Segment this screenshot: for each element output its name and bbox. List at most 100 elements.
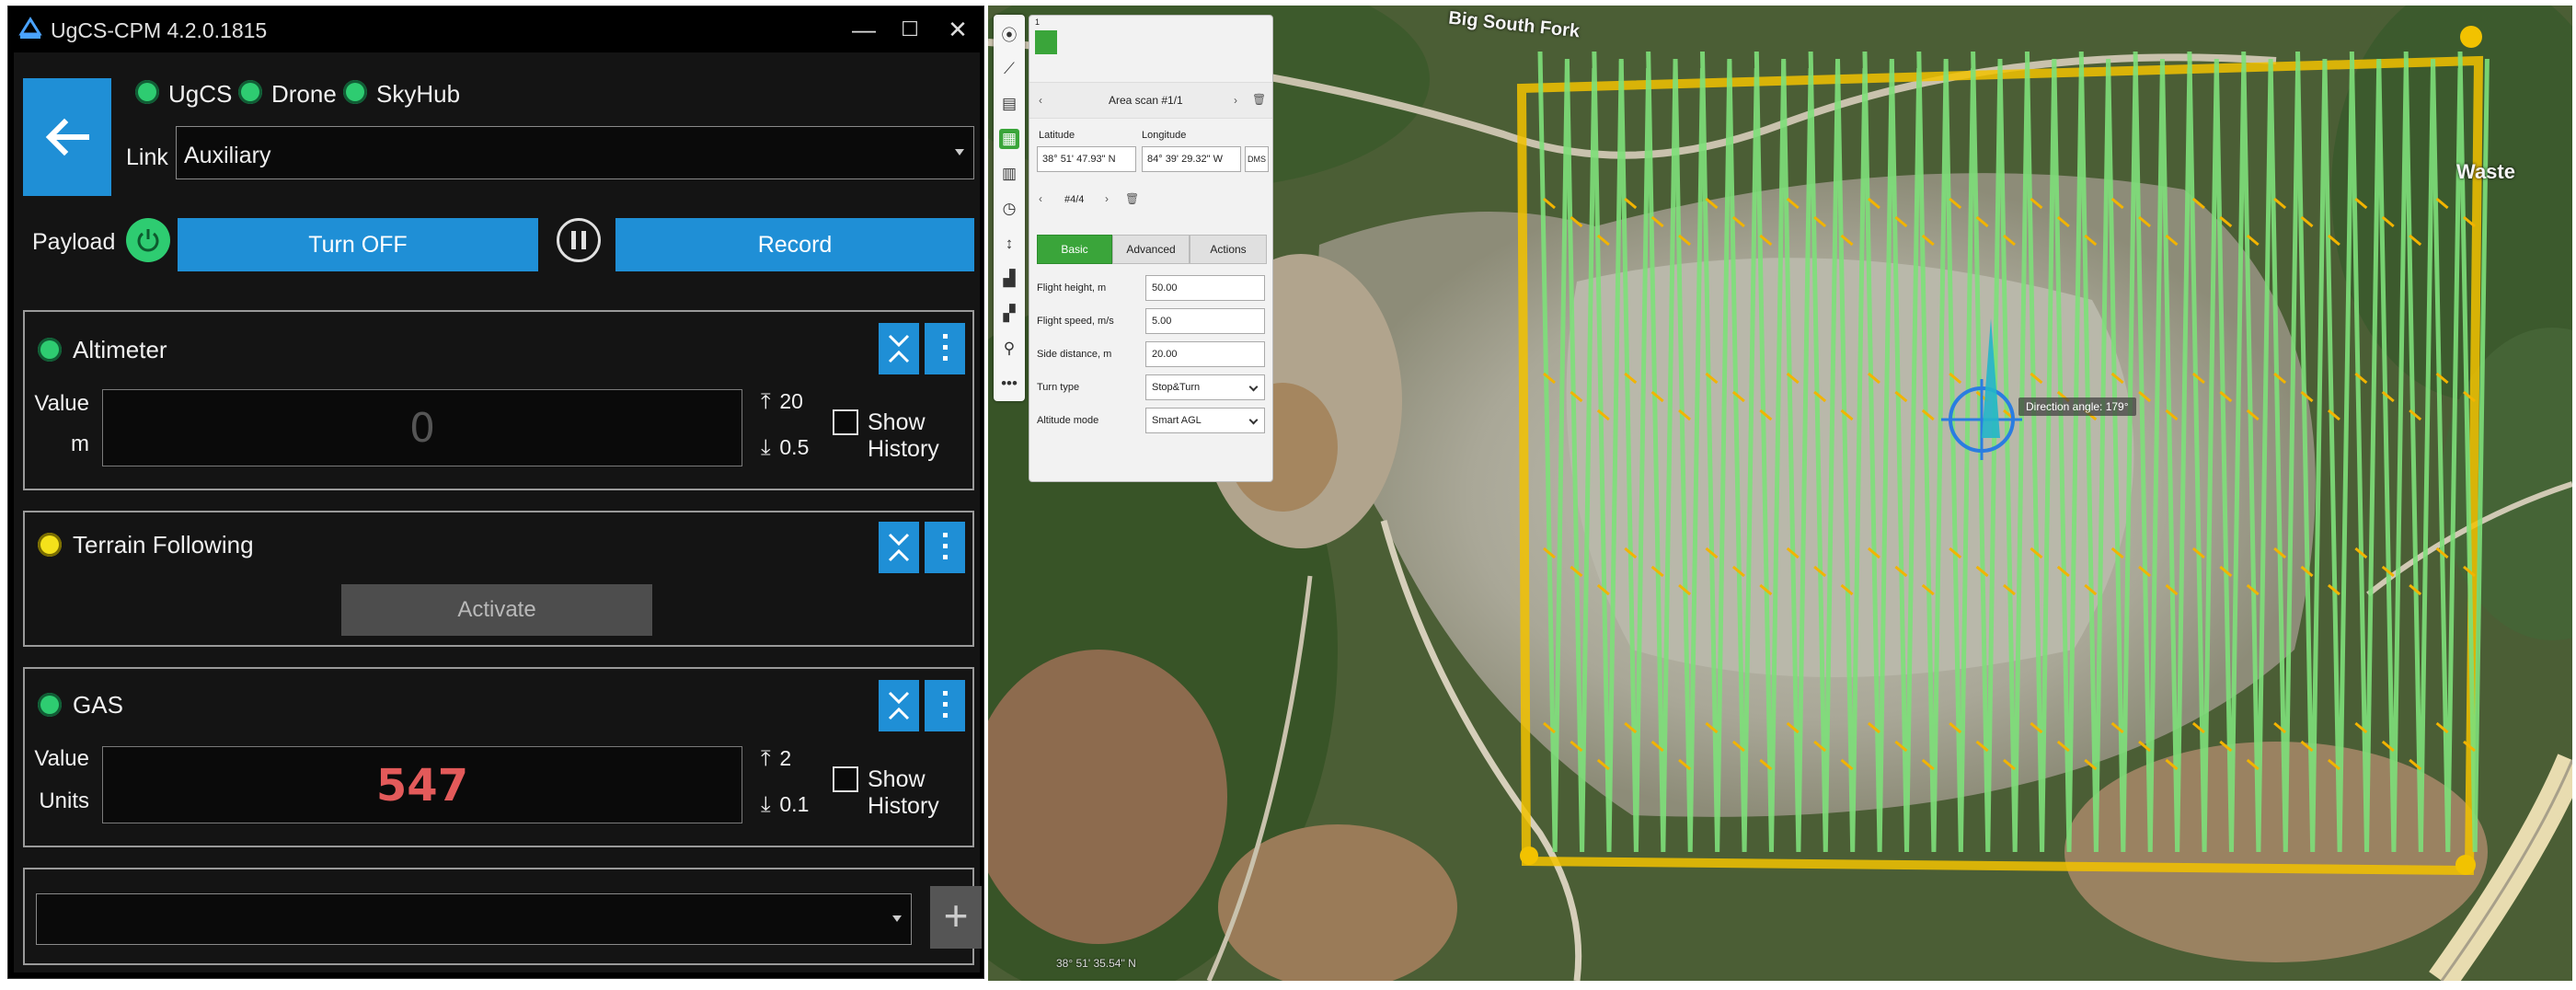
tab-advanced[interactable]: Advanced bbox=[1112, 235, 1190, 264]
next-segment-icon[interactable]: › bbox=[1234, 94, 1237, 107]
flight-height-input[interactable]: 50.00 bbox=[1145, 275, 1265, 301]
waypoint-index: #4/4 bbox=[1064, 194, 1085, 205]
add-widget-panel: + bbox=[23, 868, 982, 965]
param-label: Flight height, m bbox=[1037, 282, 1107, 294]
map-tools-toolbar: ⦿ ⟋ ▤ ▦ ▥ ◷ ↕ ▟ ▞ ⚲ ••• bbox=[994, 15, 1025, 401]
arrow-down-bar-icon: ⤓ bbox=[761, 435, 771, 460]
altimeter-max: ⤒ 20 bbox=[761, 389, 803, 415]
pause-button[interactable] bbox=[557, 218, 601, 262]
link-select[interactable]: Auxiliary bbox=[176, 126, 974, 179]
gas-menu-button[interactable] bbox=[925, 680, 965, 731]
param-label: Side distance, m bbox=[1037, 349, 1112, 360]
altitude-mode-value: Smart AGL bbox=[1152, 415, 1202, 426]
prev-waypoint-icon[interactable]: ‹ bbox=[1039, 192, 1042, 205]
arrow-down-bar-icon: ⤓ bbox=[761, 792, 771, 817]
gas-value-display: 547 bbox=[102, 746, 742, 823]
flight-speed-input[interactable]: 5.00 bbox=[1145, 308, 1265, 334]
chevron-down-icon bbox=[1248, 415, 1259, 425]
altimeter-show-history-label[interactable]: Show History bbox=[868, 409, 972, 463]
arrow-left-icon bbox=[45, 118, 89, 156]
area-scan-tab[interactable] bbox=[1035, 30, 1057, 54]
skyhub-status-dot bbox=[343, 80, 367, 104]
terrain-status-dot bbox=[38, 533, 62, 557]
cursor-coordinate-readout: 38° 51' 35.54" N bbox=[1056, 957, 1136, 970]
more-tools-icon[interactable]: ••• bbox=[999, 374, 1019, 394]
app-logo-icon bbox=[18, 17, 42, 39]
drone-status-dot bbox=[238, 80, 262, 104]
payload-power-button[interactable] bbox=[126, 218, 170, 262]
back-button[interactable] bbox=[23, 78, 111, 196]
altimeter-value-label: Value bbox=[34, 391, 89, 416]
ugcs-status-label: UgCS bbox=[168, 80, 233, 108]
altitude-mode-select[interactable]: Smart AGL bbox=[1145, 408, 1265, 433]
collapse-icon bbox=[888, 691, 910, 720]
close-button[interactable]: ✕ bbox=[930, 12, 985, 47]
segment-navigation: ‹ Area scan #1/1 › 🗑 bbox=[1029, 82, 1272, 119]
turn-type-value: Stop&Turn bbox=[1152, 382, 1201, 393]
longitude-label: Longitude bbox=[1142, 130, 1187, 141]
corridor-tool-icon[interactable]: ▥ bbox=[999, 164, 1019, 184]
altimeter-value-display: 0 bbox=[102, 389, 742, 466]
circle-tool-icon[interactable]: ◷ bbox=[999, 199, 1019, 219]
turn-type-select[interactable]: Stop&Turn bbox=[1145, 374, 1265, 400]
terrain-menu-button[interactable] bbox=[925, 522, 965, 573]
altimeter-unit-label: m bbox=[71, 432, 89, 456]
gas-show-history-checkbox[interactable] bbox=[833, 766, 858, 792]
dms-toggle[interactable]: DMS bbox=[1245, 146, 1269, 172]
param-label: Flight speed, m/s bbox=[1037, 316, 1114, 327]
trash-icon[interactable]: 🗑 bbox=[1252, 93, 1266, 106]
payload-label: Payload bbox=[32, 229, 116, 255]
altimeter-max-value: 20 bbox=[779, 389, 803, 413]
param-label: Turn type bbox=[1037, 382, 1080, 393]
longitude-input[interactable]: 84° 39' 29.32" W bbox=[1142, 146, 1241, 172]
direction-angle-label: Direction angle: 179° bbox=[2018, 397, 2136, 416]
building-tool-icon[interactable]: ▞ bbox=[999, 304, 1019, 324]
tab-basic[interactable]: Basic bbox=[1037, 235, 1112, 264]
map-view[interactable]: Big South Fork Waste Direction angle: 17… bbox=[988, 6, 2572, 981]
maximize-button[interactable]: ☐ bbox=[882, 12, 937, 47]
more-vertical-icon bbox=[943, 691, 948, 724]
side-distance-input[interactable]: 20.00 bbox=[1145, 341, 1265, 367]
skyhub-status-label: SkyHub bbox=[376, 80, 461, 108]
route-tool-icon[interactable]: ⟋ bbox=[999, 59, 1019, 79]
route-name: Area scan #1/1 bbox=[1109, 94, 1183, 107]
chevron-down-icon bbox=[1248, 382, 1259, 392]
chevron-down-icon bbox=[955, 149, 964, 155]
next-waypoint-icon[interactable]: › bbox=[1105, 192, 1109, 205]
prev-segment-icon[interactable]: ‹ bbox=[1039, 94, 1042, 107]
link-tool-icon[interactable]: ⚲ bbox=[999, 339, 1019, 359]
activate-button[interactable]: Activate bbox=[341, 584, 652, 636]
more-vertical-icon bbox=[943, 533, 948, 566]
title-bar: UgCS-CPM 4.2.0.1815 — ☐ ✕ bbox=[8, 6, 983, 52]
drone-status-label: Drone bbox=[271, 80, 337, 108]
cpm-window: UgCS-CPM 4.2.0.1815 — ☐ ✕ UgCS Drone Sky… bbox=[7, 6, 984, 979]
latitude-label: Latitude bbox=[1039, 130, 1075, 141]
area-scan-tool-icon[interactable]: ▦ bbox=[999, 129, 1019, 149]
gas-unit-label: Units bbox=[39, 789, 89, 813]
param-label: Altitude mode bbox=[1037, 415, 1099, 426]
cpm-client-area: UgCS Drone SkyHub Link Auxiliary Payload… bbox=[14, 52, 982, 973]
record-button[interactable]: Record bbox=[615, 218, 974, 271]
gas-panel: GAS Value Units 547 ⤒ 2 ⤓ 0.1 Show Histo… bbox=[23, 667, 974, 847]
altimeter-show-history-checkbox[interactable] bbox=[833, 409, 858, 435]
vertical-scan-tool-icon[interactable]: ↕ bbox=[999, 234, 1019, 254]
terrain-following-panel: Terrain Following Activate bbox=[23, 511, 974, 647]
altimeter-collapse-button[interactable] bbox=[879, 323, 919, 374]
altimeter-menu-button[interactable] bbox=[925, 323, 965, 374]
gas-min-value: 0.1 bbox=[779, 792, 810, 816]
widget-select[interactable] bbox=[36, 893, 912, 945]
link-select-value: Auxiliary bbox=[184, 143, 271, 168]
waypoint-tool-icon[interactable]: ⦿ bbox=[999, 26, 1019, 46]
facade-tool-icon[interactable]: ▟ bbox=[999, 269, 1019, 289]
add-widget-button[interactable]: + bbox=[930, 886, 982, 949]
latitude-input[interactable]: 38° 51' 47.93" N bbox=[1037, 146, 1136, 172]
turn-off-button[interactable]: Turn OFF bbox=[178, 218, 538, 271]
altimeter-title: Altimeter bbox=[73, 336, 167, 363]
delete-waypoint-icon[interactable]: 🗑 bbox=[1125, 192, 1139, 205]
gas-show-history-label[interactable]: Show History bbox=[868, 766, 972, 820]
photogrammetry-tool-icon[interactable]: ▤ bbox=[999, 94, 1019, 114]
gas-collapse-button[interactable] bbox=[879, 680, 919, 731]
gas-title: GAS bbox=[73, 691, 123, 719]
tab-actions[interactable]: Actions bbox=[1190, 235, 1267, 264]
terrain-collapse-button[interactable] bbox=[879, 522, 919, 573]
